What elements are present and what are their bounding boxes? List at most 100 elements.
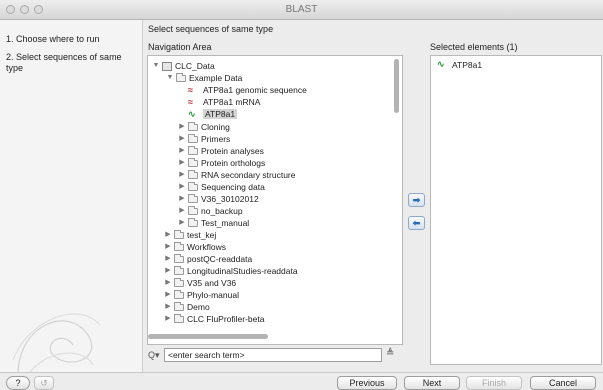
tree-item-label: RNA secondary structure <box>201 170 296 180</box>
window-titlebar: BLAST <box>0 0 603 20</box>
tree-item-label: CLC FluProfiler-beta <box>187 314 265 324</box>
tree-item-primers[interactable]: ▶ Primers <box>178 133 230 145</box>
tree-item-protein-analyses[interactable]: ▶ Protein analyses <box>178 145 264 157</box>
tree-item-test-manual[interactable]: ▶ Test_manual <box>178 217 249 229</box>
collapsed-triangle-icon[interactable]: ▶ <box>178 135 186 143</box>
sequence-red-icon: ≈ <box>188 97 193 107</box>
folder-icon <box>174 277 184 287</box>
expanded-triangle-icon[interactable]: ▼ <box>152 62 160 70</box>
folder-icon <box>188 145 198 155</box>
previous-button[interactable]: Previous <box>337 376 397 390</box>
clear-search-icon[interactable]: ≜ <box>386 348 394 359</box>
navigation-tree[interactable]: ▼ CLC_Data ▼ Example Data ≈ ATP8a1 genom… <box>147 55 403 345</box>
selected-elements-title: Selected elements (1) <box>430 42 518 52</box>
collapsed-triangle-icon[interactable]: ▶ <box>164 315 172 323</box>
collapsed-triangle-icon[interactable]: ▶ <box>178 207 186 215</box>
cancel-button[interactable]: Cancel <box>530 376 596 390</box>
search-input[interactable] <box>164 348 382 362</box>
sequence-red-icon: ≈ <box>188 85 193 95</box>
folder-icon <box>188 217 198 227</box>
reset-button[interactable]: ↺ <box>34 376 54 390</box>
collapsed-triangle-icon[interactable]: ▶ <box>178 123 186 131</box>
tree-item-no-backup[interactable]: ▶ no_backup <box>178 205 243 217</box>
tree-item-label: Phylo-manual <box>187 290 239 300</box>
tree-item-atp8a1-genomic[interactable]: ≈ ATP8a1 genomic sequence <box>188 84 307 96</box>
collapsed-triangle-icon[interactable]: ▶ <box>178 183 186 191</box>
collapsed-triangle-icon[interactable]: ▶ <box>178 219 186 227</box>
tree-item-atp8a1[interactable]: ∿ ATP8a1 <box>188 108 238 120</box>
tree-item-demo[interactable]: ▶ Demo <box>164 301 210 313</box>
collapsed-triangle-icon[interactable]: ▶ <box>164 267 172 275</box>
collapsed-triangle-icon[interactable]: ▶ <box>164 243 172 251</box>
tree-item-label: Primers <box>201 134 231 144</box>
tree-item-label: Test_manual <box>201 218 250 228</box>
tree-item-label: Protein analyses <box>201 146 264 156</box>
tree-item-workflows[interactable]: ▶ Workflows <box>164 241 226 253</box>
horizontal-scroll-thumb[interactable] <box>148 334 268 339</box>
tree-item-label: ATP8a1 genomic sequence <box>203 85 307 95</box>
tree-item-label: ATP8a1 mRNA <box>203 97 261 107</box>
tree-item-label: Workflows <box>187 242 227 252</box>
finish-button[interactable]: Finish <box>466 376 522 390</box>
next-button[interactable]: Next <box>404 376 460 390</box>
folder-icon <box>174 289 184 299</box>
arrow-right-icon: ➡ <box>412 194 421 205</box>
collapsed-triangle-icon[interactable]: ▶ <box>178 195 186 203</box>
selected-item-atp8a1[interactable]: ∿ ATP8a1 <box>437 59 482 70</box>
sequence-green-icon: ∿ <box>437 59 445 69</box>
folder-icon <box>188 193 198 203</box>
tree-item-sequencing-data[interactable]: ▶ Sequencing data <box>178 181 265 193</box>
folder-icon <box>174 229 184 239</box>
collapsed-triangle-icon[interactable]: ▶ <box>178 171 186 179</box>
tree-item-rna-secondary-structure[interactable]: ▶ RNA secondary structure <box>178 169 295 181</box>
tree-vertical-scrollbar[interactable] <box>394 56 401 332</box>
folder-icon <box>174 265 184 275</box>
tree-item-label: V36_30102012 <box>201 194 259 204</box>
folder-icon <box>188 169 198 179</box>
tree-item-clc-fluprofiler[interactable]: ▶ CLC FluProfiler-beta <box>164 313 264 325</box>
tree-item-v35-and-v36[interactable]: ▶ V35 and V36 <box>164 277 236 289</box>
tree-item-postqc-readdata[interactable]: ▶ postQC-readdata <box>164 253 252 265</box>
tree-item-test-kej[interactable]: ▶ test_kej <box>164 229 216 241</box>
tree-item-atp8a1-mrna[interactable]: ≈ ATP8a1 mRNA <box>188 96 260 108</box>
tree-item-v36[interactable]: ▶ V36_30102012 <box>178 193 259 205</box>
tree-item-example-data[interactable]: ▼ Example Data <box>166 72 242 84</box>
folder-icon <box>188 133 198 143</box>
tree-item-label: postQC-readdata <box>187 254 253 264</box>
collapsed-triangle-icon[interactable]: ▶ <box>164 303 172 311</box>
tree-item-label: Sequencing data <box>201 182 265 192</box>
step-choose-where-to-run: 1. Choose where to run <box>6 34 100 44</box>
expanded-triangle-icon[interactable]: ▼ <box>166 74 174 82</box>
remove-from-selection-button[interactable]: ⬅ <box>408 216 425 230</box>
add-to-selection-button[interactable]: ➡ <box>408 193 425 207</box>
collapsed-triangle-icon[interactable]: ▶ <box>164 255 172 263</box>
wizard-steps-panel: 1. Choose where to run 2. Select sequenc… <box>0 20 143 372</box>
reset-icon: ↺ <box>40 377 48 388</box>
vertical-scroll-thumb[interactable] <box>394 59 399 113</box>
database-icon <box>162 61 172 71</box>
folder-icon <box>188 181 198 191</box>
folder-icon <box>174 241 184 251</box>
collapsed-triangle-icon[interactable]: ▶ <box>164 231 172 239</box>
tree-item-label: V35 and V36 <box>187 278 237 288</box>
tree-item-label: no_backup <box>201 206 243 216</box>
tree-item-phylo-manual[interactable]: ▶ Phylo-manual <box>164 289 239 301</box>
tree-item-longitudinal-studies[interactable]: ▶ LongitudinalStudies-readdata <box>164 265 298 277</box>
folder-icon <box>174 301 184 311</box>
tree-item-cloning[interactable]: ▶ Cloning <box>178 121 230 133</box>
search-icon[interactable]: Q▾ <box>148 350 160 361</box>
folder-icon <box>176 72 186 82</box>
collapsed-triangle-icon[interactable]: ▶ <box>164 291 172 299</box>
collapsed-triangle-icon[interactable]: ▶ <box>164 279 172 287</box>
folder-icon <box>188 157 198 167</box>
window-title: BLAST <box>285 4 318 15</box>
help-button[interactable]: ? <box>6 376 30 390</box>
sequence-green-icon: ∿ <box>188 108 196 119</box>
tree-item-clc-data[interactable]: ▼ CLC_Data <box>152 60 215 72</box>
tree-item-label: Example Data <box>189 73 243 83</box>
selected-elements-list[interactable]: ∿ ATP8a1 <box>430 55 602 365</box>
collapsed-triangle-icon[interactable]: ▶ <box>178 159 186 167</box>
tree-horizontal-scrollbar[interactable] <box>148 333 394 340</box>
collapsed-triangle-icon[interactable]: ▶ <box>178 147 186 155</box>
tree-item-protein-orthologs[interactable]: ▶ Protein orthologs <box>178 157 265 169</box>
